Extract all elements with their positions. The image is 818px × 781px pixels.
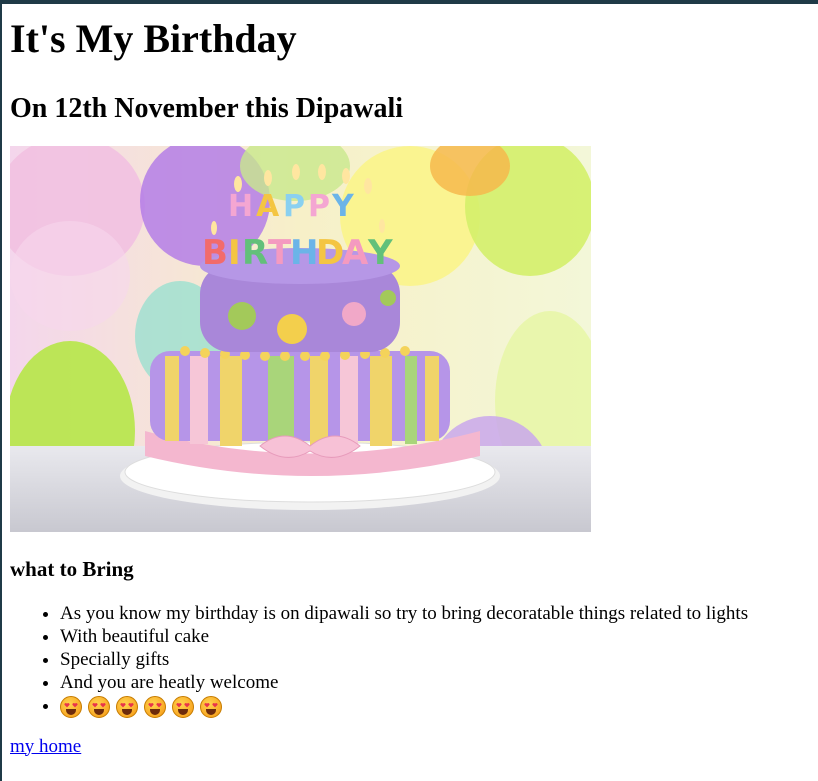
section-heading-what-to-bring: what to Bring [10, 557, 134, 581]
svg-text:R: R [242, 233, 268, 273]
heart-eyes-emoji-icon [60, 695, 82, 718]
svg-text:Y: Y [367, 233, 393, 273]
list-item: With beautiful cake [60, 625, 810, 648]
page-subtitle: On 12th November this Dipawali [10, 93, 404, 124]
page-content: It's My Birthday On 12th November this D… [10, 4, 810, 758]
svg-text:A: A [342, 233, 369, 273]
my-home-link[interactable]: my home [10, 736, 81, 758]
window-left-border [0, 0, 2, 781]
list-item: As you know my birthday is on dipawali s… [60, 602, 810, 625]
page-title: It's My Birthday [10, 16, 297, 61]
svg-text:H: H [290, 233, 318, 273]
list-item: Specially gifts [60, 648, 810, 671]
heart-eyes-emoji-icon [88, 695, 110, 718]
svg-text:A: A [256, 189, 280, 224]
svg-text:B: B [202, 233, 228, 273]
svg-text:T: T [268, 233, 292, 273]
svg-text:Y: Y [331, 189, 355, 224]
svg-text:I: I [228, 233, 241, 273]
bring-list: As you know my birthday is on dipawali s… [10, 602, 810, 718]
svg-text:P: P [308, 189, 330, 224]
birthday-cake-image: H A P P Y B I R T H D A Y [10, 146, 591, 532]
heart-eyes-emoji-icon [172, 695, 194, 718]
svg-text:H: H [228, 189, 253, 224]
emoji-row [60, 695, 222, 718]
list-item-emojis [60, 694, 810, 718]
list-item: And you are heatly welcome [60, 671, 810, 694]
heart-eyes-emoji-icon [144, 695, 166, 718]
svg-text:P: P [283, 189, 305, 224]
svg-text:D: D [316, 233, 344, 273]
heart-eyes-emoji-icon [116, 695, 138, 718]
heart-eyes-emoji-icon [200, 695, 222, 718]
